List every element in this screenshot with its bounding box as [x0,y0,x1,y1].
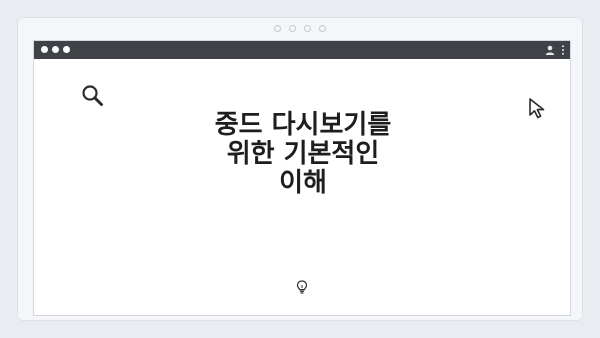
kebab-menu-icon[interactable] [560,44,566,56]
pagination-dot [304,25,311,32]
browser-window: 중드 다시보기를 위한 기본적인 이해 [33,40,571,316]
window-control-dot[interactable] [63,46,70,53]
window-control-dot[interactable] [52,46,59,53]
pagination-dots [18,25,582,32]
window-controls[interactable] [41,46,70,53]
pagination-dot [319,25,326,32]
search-icon[interactable] [80,83,106,109]
user-icon[interactable] [544,44,556,56]
pagination-dot [274,25,281,32]
cursor-icon [529,98,545,119]
headline-line-3: 이해 [279,168,327,198]
headline-line-2: 위한 기본적인 [226,139,380,169]
headline-line-1: 중드 다시보기를 [214,110,392,140]
lightbulb-icon [296,280,308,294]
page-headline: 중드 다시보기를 위한 기본적인 이해 [138,111,468,198]
window-titlebar [34,41,570,59]
window-control-dot[interactable] [41,46,48,53]
pagination-dot [289,25,296,32]
